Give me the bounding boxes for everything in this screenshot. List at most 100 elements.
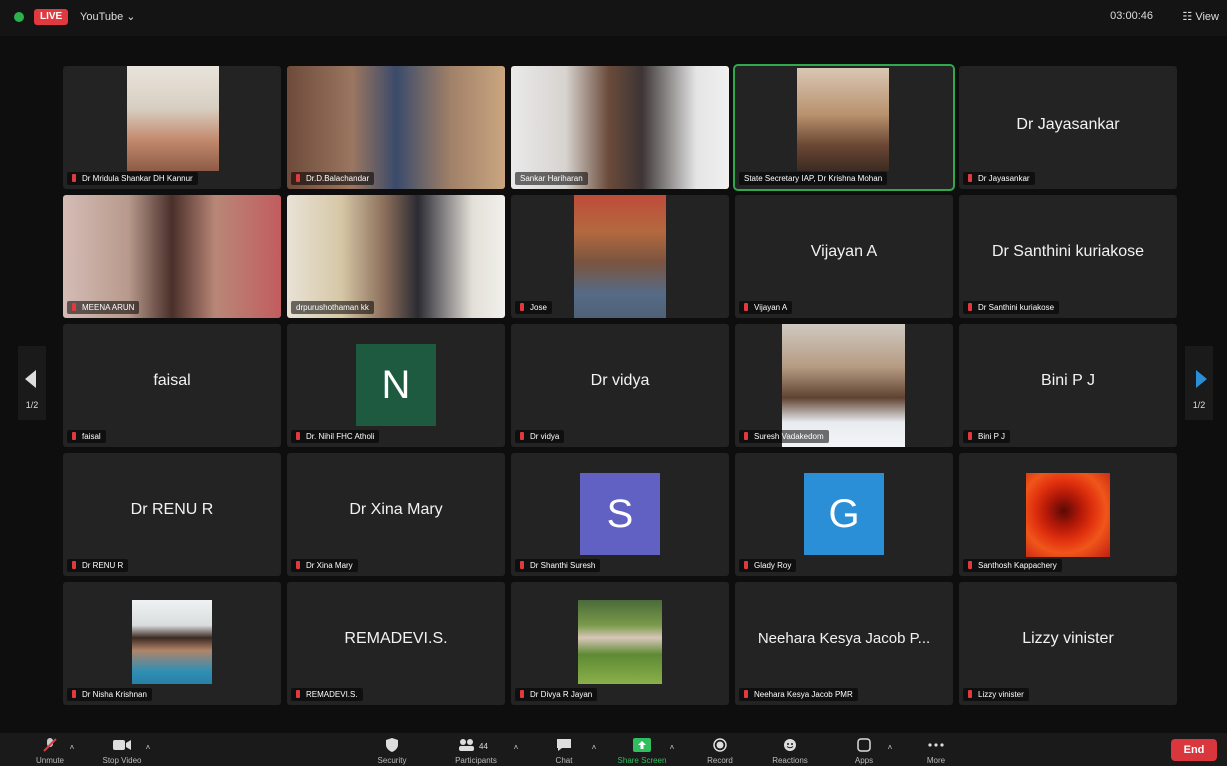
participant-tile[interactable]: Dr vidya Dr vidya — [511, 324, 729, 447]
participant-tile[interactable]: Vijayan A Vijayan A — [735, 195, 953, 318]
participant-name-label: Sankar Hariharan — [515, 172, 588, 185]
participant-video — [287, 195, 505, 318]
participant-tile[interactable]: Dr Xina Mary Dr Xina Mary — [287, 453, 505, 576]
participant-video — [574, 195, 666, 318]
participant-display-name: Vijayan A — [810, 243, 878, 260]
participant-tile[interactable]: N Dr. Nihil FHC Atholi — [287, 324, 505, 447]
video-camera-icon — [113, 740, 131, 750]
participant-name-label: Neehara Kesya Jacob PMR — [739, 688, 858, 701]
reactions-button[interactable]: Reactions — [760, 733, 820, 766]
participant-tile[interactable]: Jose — [511, 195, 729, 318]
share-options-caret[interactable]: ˄ — [662, 733, 682, 766]
muted-mic-icon — [744, 303, 748, 311]
prev-page-button[interactable]: 1/2 — [18, 346, 46, 420]
participant-profile-picture — [578, 600, 662, 684]
participant-name: Dr Nisha Krishnan — [82, 690, 147, 699]
muted-mic-icon — [968, 690, 972, 698]
muted-mic-icon — [968, 174, 972, 182]
apps-options-caret[interactable]: ˄ — [880, 733, 900, 766]
participant-name: Dr.D.Balachandar — [306, 174, 370, 183]
participant-name-label: Jose — [515, 301, 552, 314]
more-button[interactable]: More — [906, 733, 966, 766]
participant-name-label: Dr.D.Balachandar — [291, 172, 375, 185]
participant-video — [511, 66, 729, 189]
muted-mic-icon — [520, 561, 524, 569]
participant-name-label: State Secretary IAP, Dr Krishna Mohan — [739, 172, 888, 185]
participant-tile[interactable]: Lizzy vinister Lizzy vinister — [959, 582, 1177, 705]
participant-profile-picture — [1026, 473, 1110, 557]
end-meeting-button[interactable]: End — [1171, 739, 1217, 761]
participant-display-name: Dr Santhini kuriakose — [991, 243, 1145, 260]
muted-mic-icon — [296, 432, 300, 440]
reactions-label: Reactions — [772, 756, 808, 765]
next-page-button[interactable]: 1/2 — [1185, 346, 1213, 420]
participant-tile[interactable]: MEENA ARUN — [63, 195, 281, 318]
more-label: More — [926, 756, 946, 765]
participant-tile-active-speaker[interactable]: State Secretary IAP, Dr Krishna Mohan — [733, 64, 955, 191]
stream-platform-menu[interactable]: YouTube ⌄ — [80, 10, 136, 23]
participant-tile[interactable]: Dr.D.Balachandar — [287, 66, 505, 189]
participant-tile[interactable]: Dr Santhini kuriakose Dr Santhini kuriak… — [959, 195, 1177, 318]
share-screen-icon — [633, 738, 651, 752]
participants-button[interactable]: 44 Participants — [446, 733, 506, 766]
live-badge[interactable]: LIVE — [34, 9, 69, 25]
participant-name-label: drpurushothaman kk — [291, 301, 374, 314]
security-shield-icon[interactable] — [14, 12, 24, 22]
chat-options-caret[interactable]: ˄ — [584, 733, 604, 766]
view-button[interactable]: ☷ View — [1182, 10, 1219, 23]
participant-tile[interactable]: G Glady Roy — [735, 453, 953, 576]
page-indicator: 1/2 — [25, 400, 39, 410]
muted-mic-icon — [296, 690, 300, 698]
participant-name-label: Dr Mridula Shankar DH Kannur — [67, 172, 198, 185]
participant-display-name: Bini P J — [1041, 372, 1095, 389]
muted-mic-icon — [520, 303, 524, 311]
participant-tile[interactable]: drpurushothaman kk — [287, 195, 505, 318]
participant-display-name: Dr Jayasankar — [1016, 116, 1120, 133]
muted-mic-icon — [72, 690, 76, 698]
participant-display-name: Dr Xina Mary — [349, 501, 443, 518]
participant-name-label: faisal — [67, 430, 106, 443]
audio-options-caret[interactable]: ˄ — [62, 733, 82, 766]
participant-name-label: Lizzy vinister — [963, 688, 1029, 701]
video-options-caret[interactable]: ˄ — [138, 733, 158, 766]
participant-tile[interactable]: REMADEVI.S. REMADEVI.S. — [287, 582, 505, 705]
participant-tile[interactable]: Sankar Hariharan — [511, 66, 729, 189]
chevron-right-icon — [1196, 370, 1207, 388]
muted-mic-icon — [968, 432, 972, 440]
participant-gallery: Dr Mridula Shankar DH Kannur Dr.D.Balach… — [63, 64, 1177, 705]
security-button[interactable]: Security — [362, 733, 422, 766]
participant-name: Bini P J — [978, 432, 1005, 441]
participant-tile[interactable]: faisal faisal — [63, 324, 281, 447]
muted-mic-icon — [520, 432, 524, 440]
participant-tile[interactable]: Dr Mridula Shankar DH Kannur — [63, 66, 281, 189]
participant-display-name: faisal — [153, 372, 191, 389]
participant-tile[interactable]: Dr Divya R Jayan — [511, 582, 729, 705]
muted-mic-icon — [72, 174, 76, 182]
participant-name-label: Bini P J — [963, 430, 1010, 443]
muted-mic-icon — [72, 432, 76, 440]
participants-count: 44 — [479, 742, 488, 751]
participant-tile[interactable]: Bini P J Bini P J — [959, 324, 1177, 447]
participant-avatar: S — [580, 473, 660, 555]
muted-microphone-icon — [43, 738, 57, 752]
participant-name: Dr. Nihil FHC Atholi — [306, 432, 375, 441]
participants-options-caret[interactable]: ˄ — [506, 733, 526, 766]
participant-name-label: Santhosh Kappachery — [963, 559, 1062, 572]
participant-tile[interactable]: Dr Nisha Krishnan — [63, 582, 281, 705]
participant-name: REMADEVI.S. — [306, 690, 358, 699]
participants-label: Participants — [455, 756, 497, 765]
participant-name: Lizzy vinister — [978, 690, 1024, 699]
participant-tile[interactable]: Suresh Vadakedom — [735, 324, 953, 447]
participant-name-label: Dr Xina Mary — [291, 559, 358, 572]
participant-tile[interactable]: Dr RENU R Dr RENU R — [63, 453, 281, 576]
participant-tile[interactable]: S Dr Shanthi Suresh — [511, 453, 729, 576]
participant-name: Dr Jayasankar — [978, 174, 1030, 183]
muted-mic-icon — [72, 561, 76, 569]
participant-name-label: Dr vidya — [515, 430, 565, 443]
chat-bubble-icon — [557, 739, 571, 751]
muted-mic-icon — [520, 690, 524, 698]
participant-tile[interactable]: Neehara Kesya Jacob P... Neehara Kesya J… — [735, 582, 953, 705]
participant-tile[interactable]: Santhosh Kappachery — [959, 453, 1177, 576]
record-button[interactable]: Record — [690, 733, 750, 766]
participant-tile[interactable]: Dr Jayasankar Dr Jayasankar — [959, 66, 1177, 189]
